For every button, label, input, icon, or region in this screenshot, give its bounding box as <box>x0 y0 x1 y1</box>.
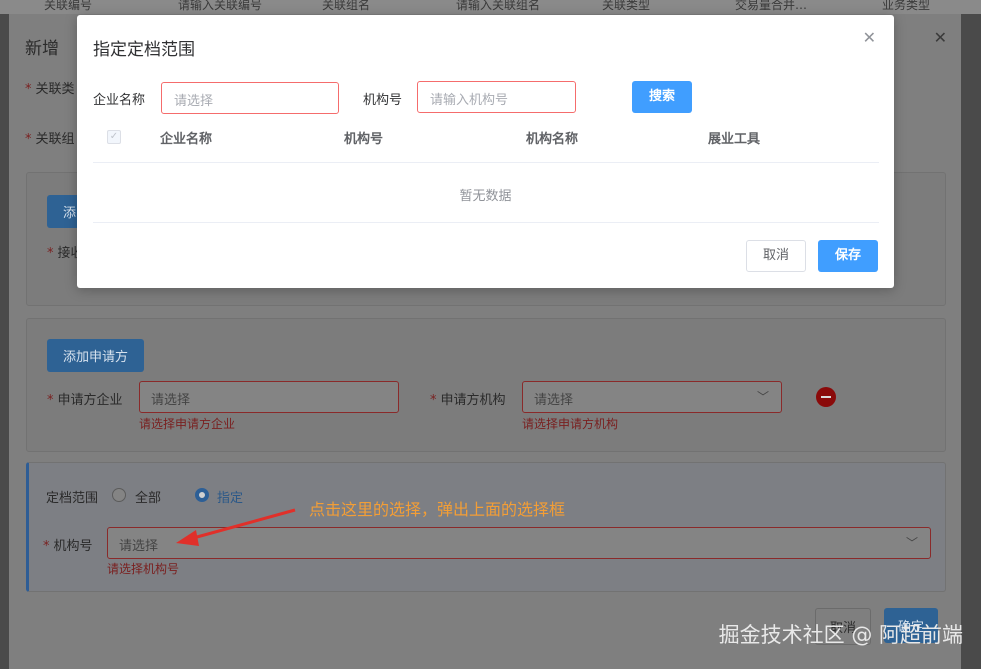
org-filter-label: 机构号 <box>363 93 403 108</box>
org-number-input[interactable]: 请输入机构号 <box>417 81 576 113</box>
select-all-checkbox[interactable]: ✓ <box>107 130 121 144</box>
watermark: 掘金技术社区 @ 阿超前端 <box>718 623 963 647</box>
cancel-button[interactable]: 取消 <box>746 240 806 272</box>
table-header-divider <box>93 162 879 163</box>
table-bottom-divider <box>93 222 879 223</box>
col-tool: 展业工具 <box>708 132 761 147</box>
close-icon[interactable]: ✕ <box>863 28 876 47</box>
annotation-text: 点击这里的选择，弹出上面的选择框 <box>309 500 566 519</box>
col-company-name: 企业名称 <box>160 132 213 147</box>
save-button[interactable]: 保存 <box>818 240 878 272</box>
modal-title: 指定定档范围 <box>93 40 195 60</box>
col-org-number: 机构号 <box>344 132 384 147</box>
org-number-placeholder: 请输入机构号 <box>430 93 509 108</box>
col-org-name: 机构名称 <box>526 132 579 147</box>
search-button[interactable]: 搜索 <box>632 81 692 113</box>
company-select[interactable]: 请选择 <box>161 82 339 114</box>
scope-modal: 指定定档范围 ✕ 企业名称 请选择 机构号 请输入机构号 搜索 ✓ 企业名称 机… <box>77 15 894 288</box>
company-filter-label: 企业名称 <box>93 93 146 108</box>
empty-state: 暂无数据 <box>459 189 512 204</box>
company-select-placeholder: 请选择 <box>174 94 214 109</box>
